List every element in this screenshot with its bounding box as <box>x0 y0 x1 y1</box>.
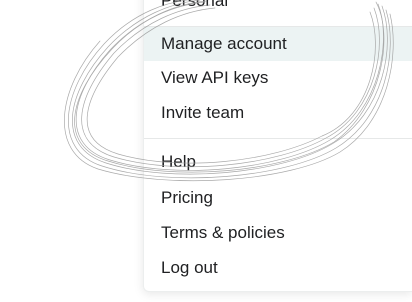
menu-item-label: Invite team <box>161 103 245 122</box>
menu-item-label: Help <box>161 152 196 171</box>
account-dropdown-menu: Personal Manage account View API keys In… <box>143 0 412 292</box>
menu-item-label: Pricing <box>161 188 213 207</box>
menu-item-manage-account[interactable]: Manage account <box>144 27 412 61</box>
menu-item-help[interactable]: Help <box>144 145 412 179</box>
menu-item-label: View API keys <box>161 68 269 87</box>
menu-item-label: Personal <box>161 0 229 10</box>
menu-item-view-api-keys[interactable]: View API keys <box>144 61 412 95</box>
menu-item-terms-policies[interactable]: Terms & policies <box>144 216 412 250</box>
menu-divider <box>144 138 412 139</box>
menu-item-personal[interactable]: Personal <box>144 0 412 18</box>
menu-item-invite-team[interactable]: Invite team <box>144 96 412 130</box>
menu-item-label: Terms & policies <box>161 223 285 242</box>
menu-item-label: Log out <box>161 258 218 277</box>
menu-item-label: Manage account <box>161 34 287 53</box>
menu-item-log-out[interactable]: Log out <box>144 251 412 285</box>
menu-item-pricing[interactable]: Pricing <box>144 181 412 215</box>
